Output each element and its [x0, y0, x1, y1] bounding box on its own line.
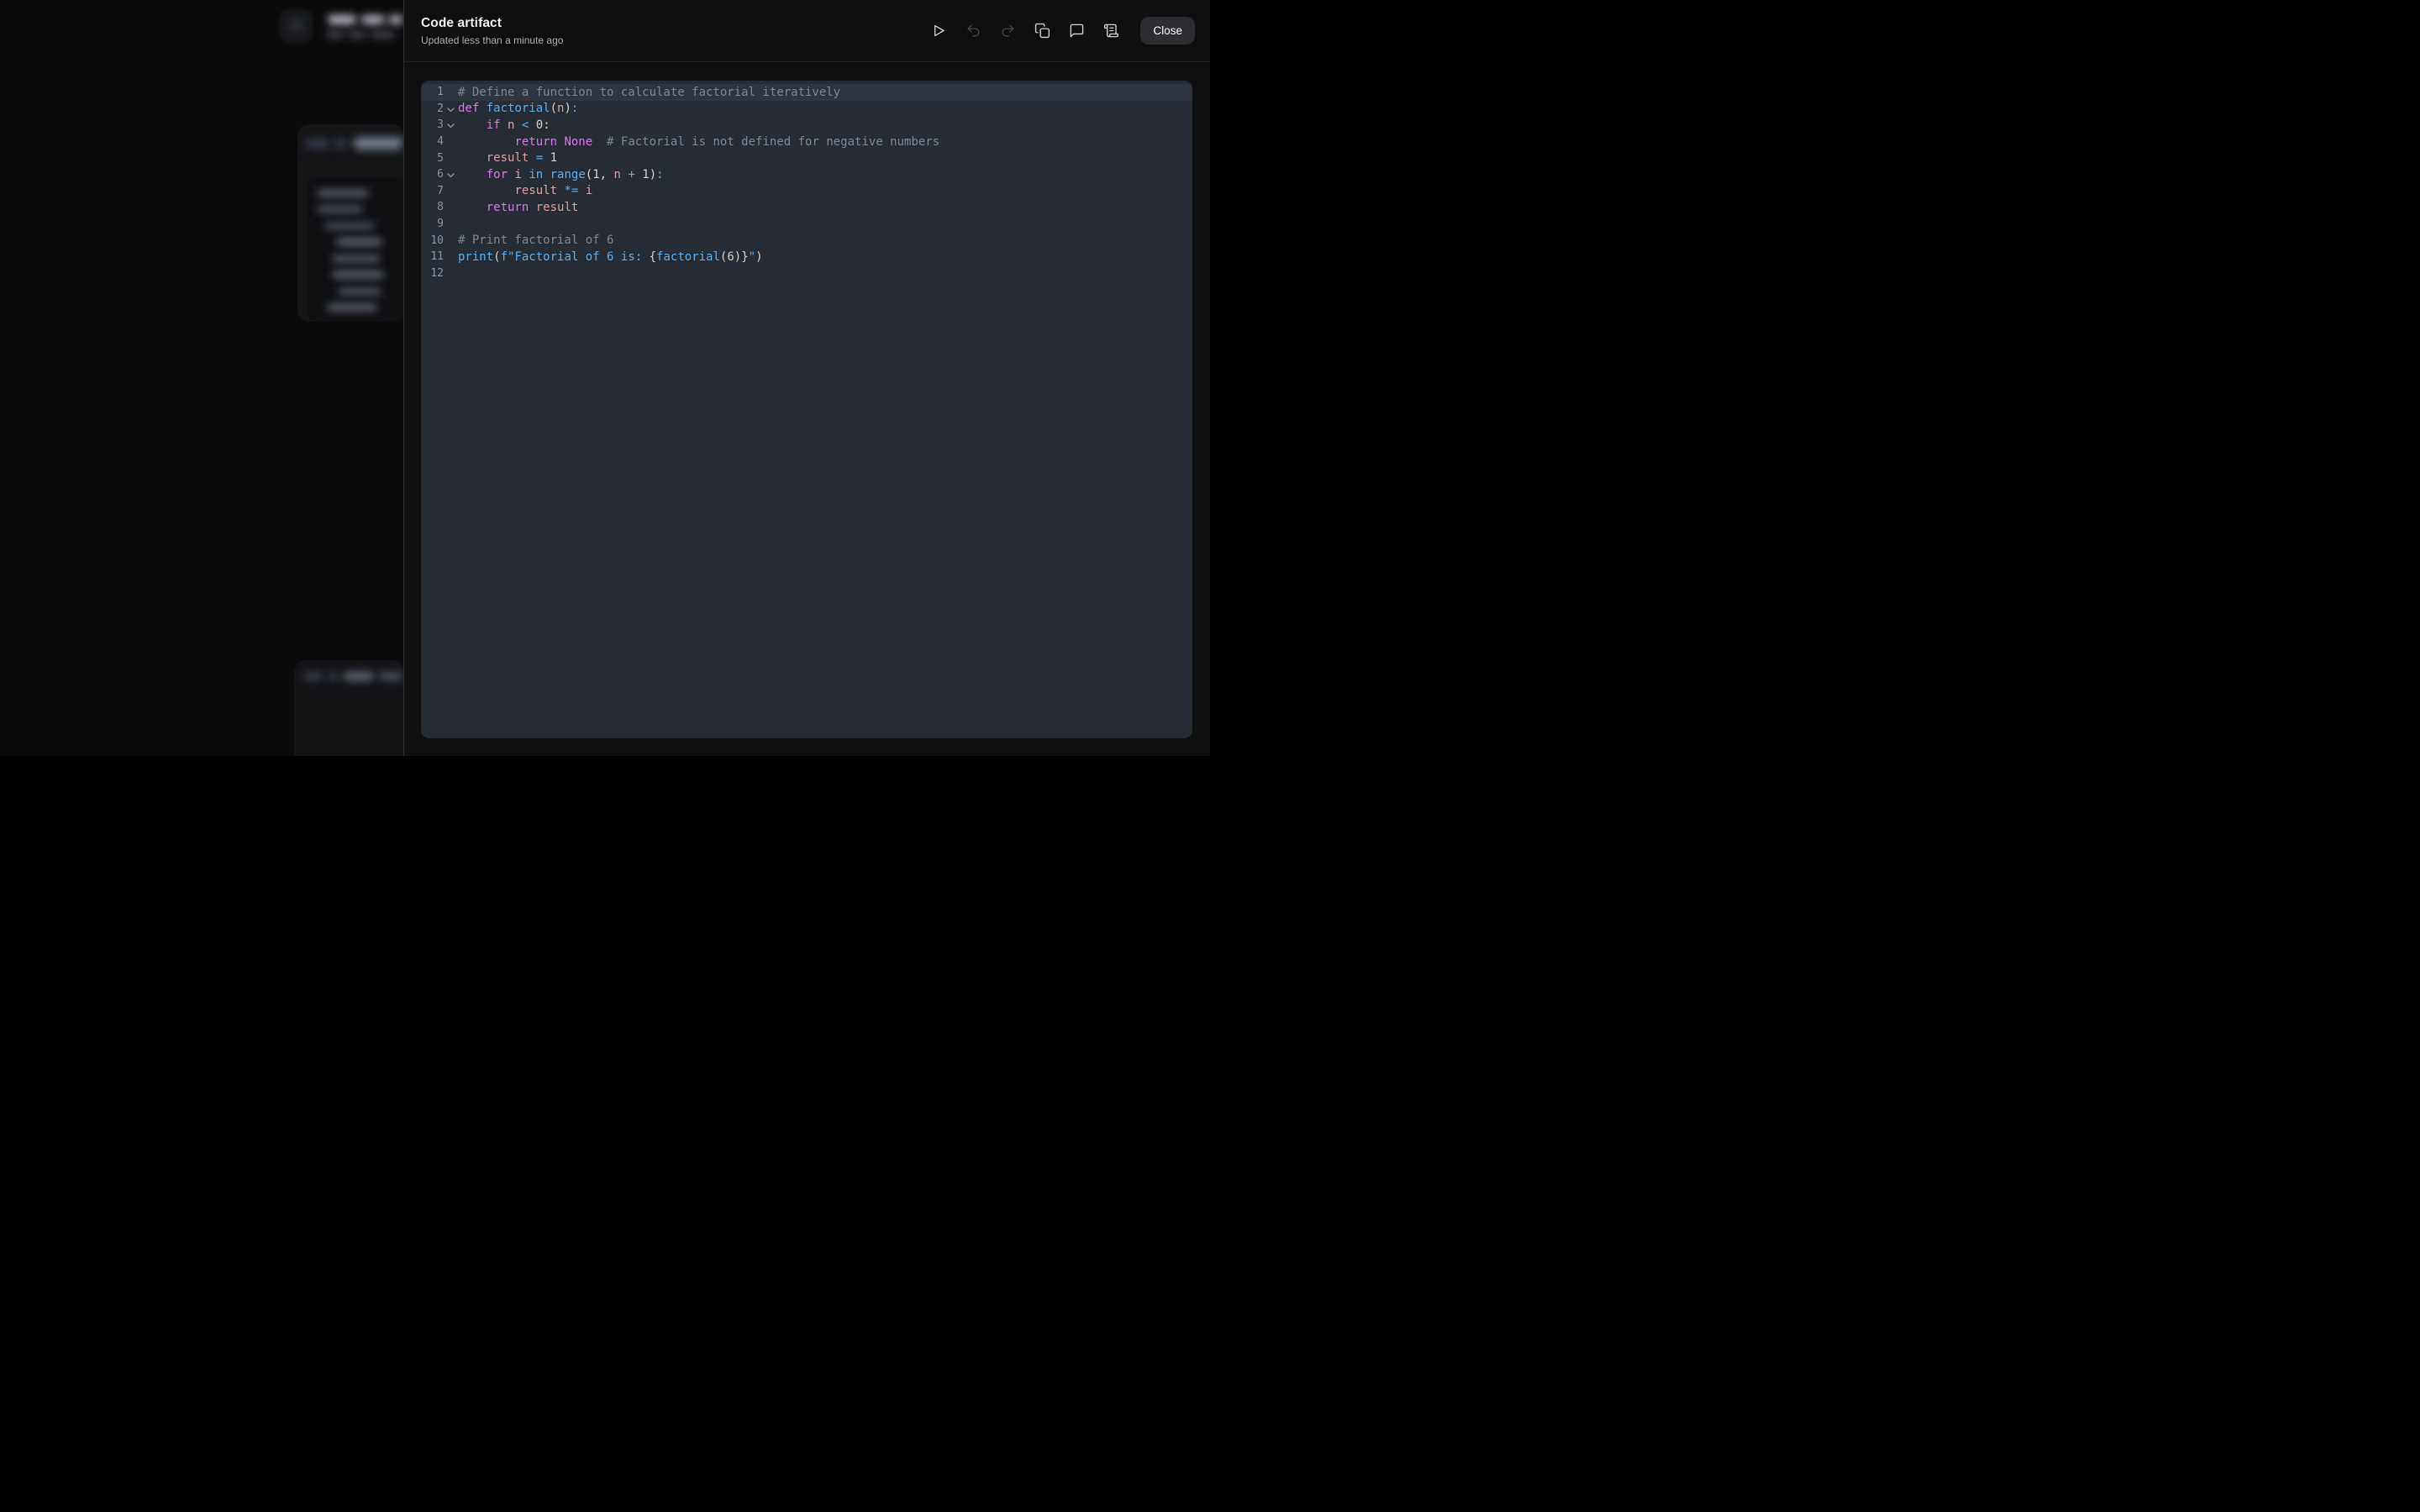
comment-button[interactable] [1062, 17, 1091, 45]
blurred-badge [305, 139, 329, 149]
redo-icon [1000, 23, 1016, 39]
fold-spacer [444, 272, 458, 275]
run-button[interactable] [924, 17, 953, 45]
fold-spacer [444, 190, 458, 192]
blurred-input-text [328, 672, 339, 680]
toolbar: Close [924, 17, 1195, 45]
code-line-8[interactable]: 8 return result [421, 199, 1192, 216]
line-number: 10 [421, 234, 444, 247]
code-line-3[interactable]: 3 if n < 0: [421, 117, 1192, 134]
fold-spacer [444, 223, 458, 225]
blurred-chat-title [328, 15, 356, 24]
fold-spacer [444, 157, 458, 160]
code-line-7[interactable]: 7 result *= i [421, 183, 1192, 200]
blurred-code-line [332, 271, 384, 278]
blurred-code-line [317, 190, 369, 197]
code-text: for i in range(1, n + 1): [458, 168, 664, 181]
blurred-code-line [332, 255, 381, 262]
blurred-chat-message [297, 124, 404, 322]
copy-icon [1034, 23, 1050, 39]
redo-button[interactable] [993, 17, 1022, 45]
blurred-badge [334, 139, 347, 149]
app-window: Code artifact Updated less than a minute… [0, 0, 1210, 756]
code-line-9[interactable]: 9 [421, 216, 1192, 233]
blurred-chat-title [361, 15, 385, 24]
undo-icon [965, 23, 981, 39]
blurred-filename [354, 137, 402, 150]
fold-chevron-icon[interactable] [444, 105, 458, 113]
code-text: # Print factorial of 6 [458, 234, 613, 247]
fold-spacer [444, 140, 458, 143]
code-text: return None # Factorial is not defined f… [458, 135, 939, 149]
line-number: 8 [421, 201, 444, 213]
line-number: 6 [421, 168, 444, 181]
line-number: 12 [421, 267, 444, 280]
code-line-2[interactable]: 2 def factorial(n): [421, 101, 1192, 118]
blurred-chat-title [388, 15, 403, 24]
line-number: 9 [421, 218, 444, 230]
message-square-icon [1069, 23, 1085, 39]
code-text: result = 1 [458, 151, 557, 165]
code-line-4[interactable]: 4 return None # Factorial is not defined… [421, 134, 1192, 150]
code-text: def factorial(n): [458, 102, 578, 115]
panel-body: 1 # Define a function to calculate factor… [404, 62, 1210, 756]
code-line-11[interactable]: 11 print(f"Factorial of 6 is: {factorial(… [421, 249, 1192, 265]
code-editor[interactable]: 1 # Define a function to calculate factor… [421, 81, 1192, 738]
blurred-input-text [378, 672, 403, 680]
undo-button[interactable] [959, 17, 987, 45]
line-number: 7 [421, 185, 444, 197]
avatar-logo [288, 19, 304, 32]
blurred-chat-subtitle [347, 31, 366, 38]
close-button[interactable]: Close [1140, 17, 1195, 45]
line-number: 4 [421, 135, 444, 148]
blurred-code-line [336, 239, 382, 245]
avatar [280, 8, 313, 44]
panel-title: Code artifact [421, 16, 563, 31]
code-text: return result [458, 201, 578, 214]
code-editor-lines: 1 # Define a function to calculate factor… [421, 84, 1192, 281]
blurred-input-text [344, 672, 374, 680]
code-text: result *= i [458, 184, 592, 197]
fold-chevron-icon[interactable] [444, 171, 458, 178]
code-line-12[interactable]: 12 [421, 265, 1192, 282]
chat-background [0, 0, 404, 756]
code-text: print(f"Factorial of 6 is: {factorial(6)… [458, 250, 763, 264]
scroll-text-icon [1103, 23, 1119, 39]
line-number: 5 [421, 152, 444, 165]
code-text: # Define a function to calculate factori… [458, 86, 840, 99]
code-line-10[interactable]: 10 # Print factorial of 6 [421, 232, 1192, 249]
code-artifact-panel: Code artifact Updated less than a minute… [404, 0, 1210, 756]
copy-button[interactable] [1028, 17, 1056, 45]
blurred-code-line [338, 288, 381, 295]
code-line-5[interactable]: 5 result = 1 [421, 150, 1192, 166]
blurred-chat-input[interactable] [294, 660, 404, 756]
line-number: 3 [421, 118, 444, 131]
blurred-chat-subtitle [326, 31, 345, 38]
blurred-code-preview [308, 178, 404, 322]
panel-subtitle: Updated less than a minute ago [421, 35, 563, 46]
fold-spacer [444, 91, 458, 93]
panel-header: Code artifact Updated less than a minute… [404, 0, 1210, 62]
blurred-chat-subtitle [370, 31, 395, 38]
code-text: if n < 0: [458, 118, 550, 132]
fold-chevron-icon[interactable] [444, 121, 458, 129]
code-line-1[interactable]: 1 # Define a function to calculate factor… [421, 84, 1192, 101]
line-number: 2 [421, 102, 444, 115]
fold-spacer [444, 206, 458, 208]
blurred-code-line [327, 304, 377, 311]
blurred-code-line [324, 223, 375, 229]
line-number: 1 [421, 86, 444, 98]
fold-spacer [444, 239, 458, 242]
blurred-input-text [303, 672, 324, 680]
blurred-code-line [317, 206, 363, 213]
line-number: 11 [421, 250, 444, 263]
version-history-button[interactable] [1097, 17, 1125, 45]
code-line-6[interactable]: 6 for i in range(1, n + 1): [421, 166, 1192, 183]
play-icon [931, 23, 947, 39]
fold-spacer [444, 255, 458, 258]
